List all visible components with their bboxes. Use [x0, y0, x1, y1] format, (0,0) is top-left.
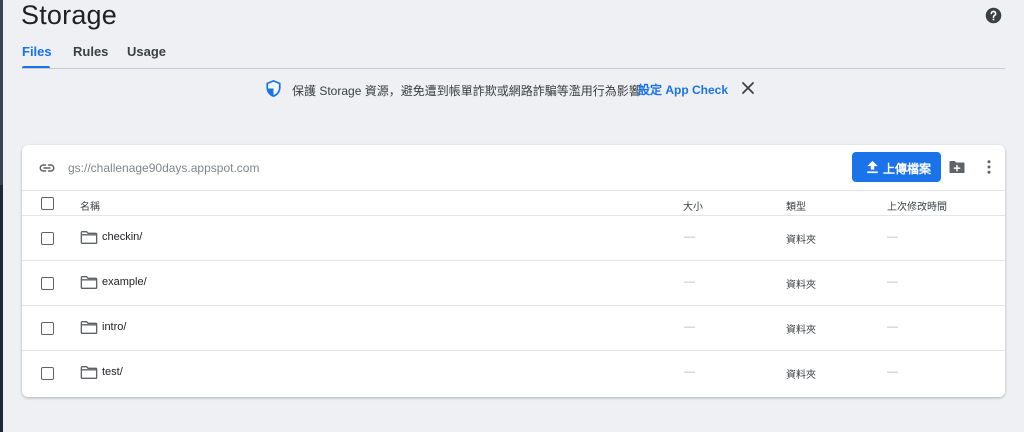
- upload-file-button[interactable]: 上傳檔案: [852, 152, 941, 182]
- more-vert-icon[interactable]: [980, 158, 998, 176]
- row-name[interactable]: test/: [102, 366, 123, 378]
- row-modified: —: [887, 366, 898, 378]
- row-type: 資料夾: [786, 235, 816, 246]
- row-checkbox[interactable]: [41, 367, 54, 380]
- table-row[interactable]: example/ — 資料夾 —: [22, 261, 1005, 306]
- row-size: —: [684, 276, 695, 288]
- row-checkbox[interactable]: [41, 322, 54, 335]
- row-type: 資料夾: [786, 325, 816, 336]
- row-type: 資料夾: [786, 370, 816, 381]
- row-name[interactable]: checkin/: [102, 231, 142, 243]
- bucket-bar: gs://challenage90days.appspot.com 上傳檔案: [22, 145, 1005, 190]
- row-name[interactable]: intro/: [102, 321, 126, 333]
- table-row[interactable]: checkin/ — 資料夾 —: [22, 216, 1005, 261]
- app-check-banner: 保護 Storage 資源，避免遭到帳單詐欺或網路詐騙等濫用行為影響 設定 Ap…: [0, 79, 1024, 99]
- tab-rules[interactable]: Rules: [73, 44, 108, 59]
- folder-icon: [80, 230, 98, 245]
- banner-text: 保護 Storage 資源，避免遭到帳單詐欺或網路詐騙等濫用行為影響: [292, 84, 641, 98]
- window-edge: [0, 0, 3, 432]
- row-checkbox[interactable]: [41, 277, 54, 290]
- table-row[interactable]: test/ — 資料夾 —: [22, 351, 1005, 396]
- shield-icon: [266, 80, 281, 97]
- upload-file-label: 上傳檔案: [883, 162, 932, 176]
- upload-icon: [867, 160, 878, 174]
- row-modified: —: [887, 276, 898, 288]
- setup-app-check-link[interactable]: 設定 App Check: [638, 81, 728, 98]
- row-size: —: [684, 231, 695, 243]
- row-modified: —: [887, 321, 898, 333]
- row-name[interactable]: example/: [102, 276, 147, 288]
- tabs-divider: [22, 68, 1005, 69]
- bucket-path[interactable]: gs://challenage90days.appspot.com: [68, 161, 259, 175]
- row-size: —: [684, 321, 695, 333]
- table-header: 名稱 大小 類型 上次修改時間: [22, 190, 1005, 216]
- header-type[interactable]: 類型: [786, 198, 806, 213]
- table-row[interactable]: intro/ — 資料夾 —: [22, 306, 1005, 351]
- row-modified: —: [887, 231, 898, 243]
- close-icon[interactable]: [740, 80, 756, 96]
- row-size: —: [684, 366, 695, 378]
- header-name[interactable]: 名稱: [80, 198, 100, 213]
- folder-icon: [80, 365, 98, 380]
- help-icon[interactable]: [985, 7, 1002, 24]
- select-all-checkbox[interactable]: [41, 197, 54, 210]
- folder-icon: [80, 320, 98, 335]
- page-title: Storage: [21, 0, 117, 30]
- header-size[interactable]: 大小: [683, 198, 703, 213]
- new-folder-icon[interactable]: [948, 158, 966, 176]
- tab-files[interactable]: Files: [22, 44, 52, 59]
- link-icon[interactable]: [38, 159, 56, 177]
- files-card: gs://challenage90days.appspot.com 上傳檔案 名…: [22, 145, 1005, 397]
- row-checkbox[interactable]: [41, 232, 54, 245]
- folder-icon: [80, 275, 98, 290]
- row-type: 資料夾: [786, 280, 816, 291]
- header-modified[interactable]: 上次修改時間: [887, 198, 947, 213]
- tab-usage[interactable]: Usage: [127, 44, 166, 59]
